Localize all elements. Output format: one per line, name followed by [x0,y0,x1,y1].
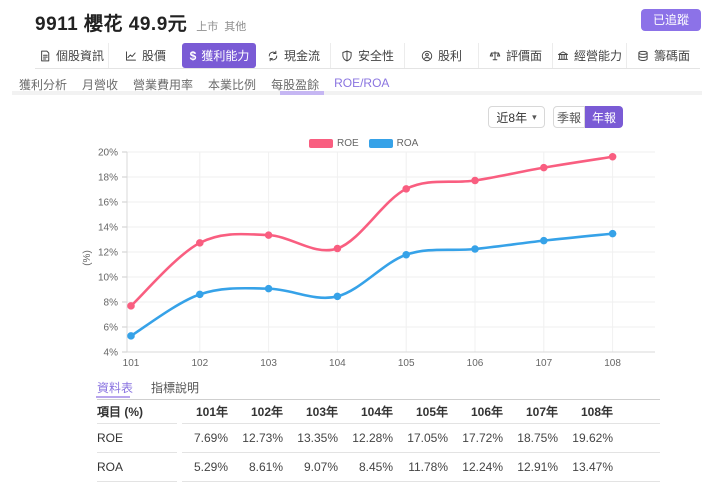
header-cell: 102年 [250,405,283,419]
annual-button[interactable]: 年報 [585,106,623,128]
nav-tab-label: 股價 [141,49,166,63]
svg-text:10%: 10% [98,273,118,284]
tab-profitability[interactable]: $ 獲利能力 [182,43,256,68]
svg-text:106: 106 [467,358,484,369]
table-row-roa: ROA 5.29% 8.61% 9.07% 8.45% 11.78% 12.24… [97,453,660,482]
dollar-icon: $ [189,48,197,63]
svg-text:108: 108 [604,358,621,369]
shield-icon [341,50,353,62]
table-cell: 12.28% [352,431,393,445]
table-cell: 5.29% [193,460,228,474]
header-cell: 104年 [360,405,393,419]
svg-text:16%: 16% [98,198,118,209]
header-cell: 105年 [415,405,448,419]
document-icon [39,50,51,62]
svg-text:105: 105 [398,358,415,369]
table-cell: 7.69% [193,431,228,445]
tab-chips[interactable]: 籌碼面 [626,43,700,68]
svg-text:107: 107 [535,358,552,369]
tab-cash-flow[interactable]: 現金流 [256,43,330,68]
svg-text:6%: 6% [104,323,119,334]
tab-stock-price[interactable]: 股價 [108,43,182,68]
tab-indicator-description[interactable]: 指標說明 [151,379,199,399]
tab-dividend[interactable]: 股利 [404,43,478,68]
subnav-divider [12,91,702,95]
cashflow-icon [267,50,279,62]
period-toggle: 季報 年報 [553,106,623,128]
svg-text:20%: 20% [98,148,118,159]
svg-text:8%: 8% [104,298,119,309]
range-select[interactable]: 近8年 ▾ [488,106,545,128]
table-cell: 19.62% [572,431,613,445]
management-icon [557,50,569,62]
svg-text:103: 103 [260,358,277,369]
svg-text:12%: 12% [98,248,118,259]
row-label: ROE [97,424,177,453]
nav-tab-label: 獲利能力 [201,49,250,63]
data-table: 項目 (%) 101年 102年 103年 104年 105年 106年 107… [97,400,660,482]
row-label: ROA [97,453,177,482]
subnav-active-underline [280,91,324,95]
svg-text:102: 102 [191,358,208,369]
industry-label: 其他 [224,21,247,33]
header-cell: 107年 [525,405,558,419]
svg-text:104: 104 [329,358,346,369]
range-select-value: 近8年 [496,110,528,125]
header-cell: 106年 [470,405,503,419]
tab-safety[interactable]: 安全性 [330,43,404,68]
tab-stock-info[interactable]: 個股資訊 [35,43,108,68]
nav-tab-label: 現金流 [283,49,320,63]
tab-management[interactable]: 經營能力 [552,43,626,68]
table-cell: 12.24% [462,460,503,474]
svg-text:4%: 4% [104,348,119,359]
roe-roa-line-chart: 4% 6% 8% 10% 12% 14% 16% 18% 20% 101 102 103 104 105 1… [82,148,655,369]
stock-chart-icon [125,50,137,62]
table-cell: 17.72% [462,431,503,445]
nav-tab-label: 評價面 [505,49,542,63]
table-row-roe: ROE 7.69% 12.73% 13.35% 12.28% 17.05% 17… [97,424,660,453]
table-cell: 8.61% [248,460,283,474]
table-cell: 11.78% [408,460,448,474]
svg-text:18%: 18% [98,173,118,184]
table-cell: 8.45% [358,460,393,474]
quarterly-button[interactable]: 季報 [553,106,585,128]
nav-tab-label: 個股資訊 [55,49,104,63]
chevron-down-icon: ▾ [532,111,537,122]
table-cell: 12.73% [242,431,283,445]
profitability-subnav: 獲利分析 月營收 營業費用率 本業比例 每股盈餘 ROE/ROA [12,74,702,105]
table-cell: 13.47% [572,460,613,474]
svg-text:101: 101 [123,358,140,369]
nav-tab-label: 安全性 [357,49,394,63]
table-tabs: 資料表 指標說明 [97,379,660,400]
svg-text:14%: 14% [98,223,118,234]
main-nav: 個股資訊 股價 $ 獲利能力 現金流 安全性 股利 評價面 經營能力 籌碼面 [35,43,700,69]
nav-tab-label: 籌碼面 [653,49,690,63]
table-cell: 12.91% [517,460,558,474]
chips-icon [637,50,649,62]
market-label: 上市 [196,21,219,33]
table-cell: 9.07% [303,460,338,474]
svg-text:(%): (%) [82,250,93,266]
dividend-icon [421,50,433,62]
tab-valuation[interactable]: 評價面 [478,43,552,68]
table-tab-active-underline [96,396,130,398]
nav-tab-label: 經營能力 [573,49,622,63]
stock-title: 9911 櫻花 49.9元 [35,14,188,35]
header-cell: 項目 (%) [97,400,177,424]
header-cell: 101年 [195,405,228,419]
table-header-row: 項目 (%) 101年 102年 103年 104年 105年 106年 107… [97,400,660,424]
valuation-icon [489,50,501,62]
table-cell: 18.75% [517,431,558,445]
stock-meta: 上市 其他 [196,18,252,34]
header-cell: 103年 [305,405,338,419]
table-cell: 13.35% [297,431,338,445]
follow-button[interactable]: 已追蹤 [641,9,701,31]
table-cell: 17.05% [407,431,448,445]
nav-tab-label: 股利 [437,49,462,63]
page-title: 9911 櫻花 49.9元 上市 其他 [35,9,252,36]
header-cell: 108年 [580,405,613,419]
